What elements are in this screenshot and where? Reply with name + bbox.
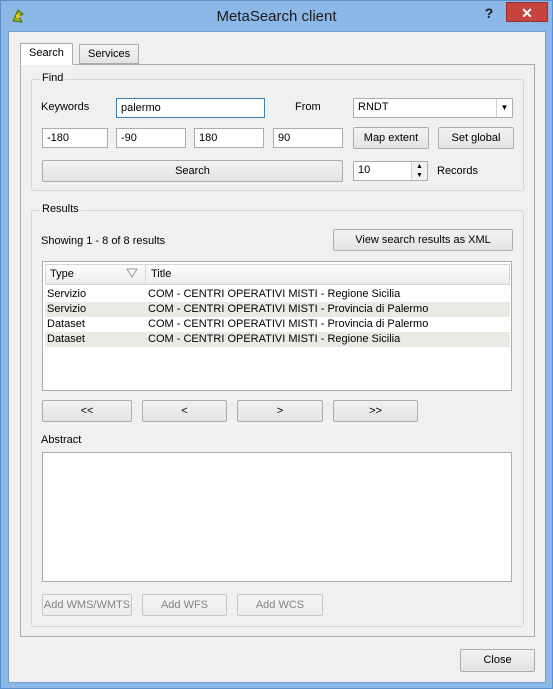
add-wcs-button[interactable]: Add WCS: [237, 594, 323, 616]
column-type-label: Type: [50, 268, 74, 280]
map-extent-button[interactable]: Map extent: [353, 127, 429, 149]
row-type: Servizio: [47, 303, 87, 315]
search-tab-panel: Find Keywords From RNDT ▼ Map extent Set…: [20, 64, 535, 637]
table-row[interactable]: Servizio COM - CENTRI OPERATIVI MISTI - …: [45, 302, 510, 317]
spin-up-icon[interactable]: ▲: [411, 162, 427, 171]
from-label: From: [295, 101, 321, 113]
keywords-input[interactable]: [116, 98, 265, 118]
table-row[interactable]: Servizio COM - CENTRI OPERATIVI MISTI - …: [45, 287, 510, 302]
search-button[interactable]: Search: [42, 160, 343, 182]
dialog-body: Search Services Find Keywords From RNDT …: [8, 31, 546, 683]
help-button[interactable]: ?: [479, 4, 499, 22]
abstract-label: Abstract: [41, 434, 82, 446]
bbox-maxy-input[interactable]: [273, 128, 343, 148]
column-header-title[interactable]: Title: [147, 265, 510, 284]
view-xml-button[interactable]: View search results as XML: [333, 229, 513, 251]
abstract-textbox[interactable]: [42, 452, 512, 582]
title-bar[interactable]: MetaSearch client ? ✕: [1, 1, 552, 31]
previous-page-button[interactable]: <: [142, 400, 227, 422]
keywords-label: Keywords: [41, 101, 90, 113]
next-page-button[interactable]: >: [237, 400, 323, 422]
chevron-down-icon: ▼: [496, 99, 512, 117]
add-wms-button[interactable]: Add WMS/WMTS: [42, 594, 132, 616]
bbox-minx-input[interactable]: [42, 128, 108, 148]
row-title: COM - CENTRI OPERATIVI MISTI - Regione S…: [148, 333, 401, 345]
tab-search[interactable]: Search: [20, 43, 73, 65]
records-spinbox[interactable]: 10 ▲ ▼: [353, 161, 428, 181]
bbox-miny-input[interactable]: [116, 128, 186, 148]
find-group-title: Find: [40, 72, 66, 84]
table-header: Type Title: [45, 264, 510, 285]
row-title: COM - CENTRI OPERATIVI MISTI - Regione S…: [148, 288, 401, 300]
bbox-maxx-input[interactable]: [194, 128, 264, 148]
window-title: MetaSearch client: [216, 8, 337, 25]
sort-indicator-icon: [126, 268, 138, 278]
metasearch-window: MetaSearch client ? ✕ Search Services Fi…: [0, 0, 553, 689]
results-table[interactable]: Type Title Servizio COM - CENTRI OPERATI…: [42, 261, 512, 391]
spin-down-icon[interactable]: ▼: [411, 171, 427, 180]
row-type: Dataset: [47, 333, 85, 345]
row-title: COM - CENTRI OPERATIVI MISTI - Provincia…: [148, 318, 429, 330]
results-summary: Showing 1 - 8 of 8 results: [41, 235, 166, 247]
add-wfs-button[interactable]: Add WFS: [142, 594, 227, 616]
table-row[interactable]: Dataset COM - CENTRI OPERATIVI MISTI - P…: [45, 317, 510, 332]
records-value: 10: [358, 164, 371, 176]
row-title: COM - CENTRI OPERATIVI MISTI - Provincia…: [148, 303, 429, 315]
last-page-button[interactable]: >>: [333, 400, 418, 422]
first-page-button[interactable]: <<: [42, 400, 132, 422]
tab-services[interactable]: Services: [79, 44, 140, 64]
row-type: Dataset: [47, 318, 85, 330]
set-global-button[interactable]: Set global: [438, 127, 514, 149]
window-close-button[interactable]: ✕: [506, 2, 548, 22]
table-row[interactable]: Dataset COM - CENTRI OPERATIVI MISTI - R…: [45, 332, 510, 347]
close-button[interactable]: Close: [460, 649, 535, 672]
catalog-select[interactable]: RNDT ▼: [353, 98, 513, 118]
row-type: Servizio: [47, 288, 87, 300]
column-header-type[interactable]: Type: [46, 265, 146, 284]
records-label: Records: [437, 165, 478, 177]
catalog-select-value: RNDT: [358, 101, 389, 113]
results-group-title: Results: [40, 203, 81, 215]
